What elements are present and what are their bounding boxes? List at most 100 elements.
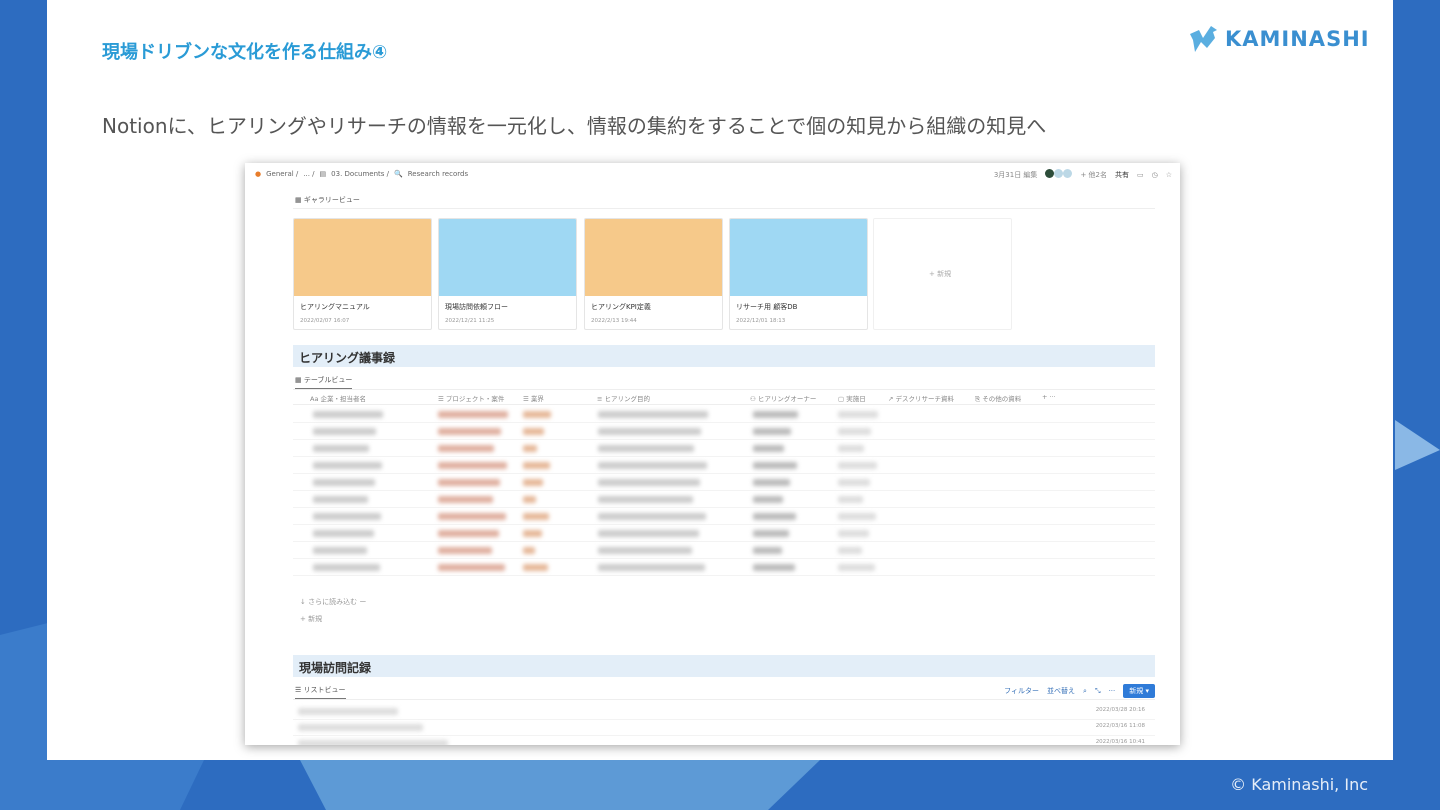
column-header[interactable]: ↗ デスクリサーチ資料: [888, 393, 954, 403]
logo-text: KAMINASHI: [1225, 27, 1370, 51]
column-header[interactable]: ☰ プロジェクト・案件: [438, 393, 504, 403]
tab-list-view[interactable]: ☰ リストビュー: [295, 685, 346, 699]
more-icon[interactable]: ···: [1109, 687, 1116, 695]
blurred-cell: [438, 479, 500, 486]
topbar-actions: 3月31日 編集 + 他2名 共有 ▭ ◷ ☆: [994, 169, 1172, 180]
blurred-cell: [438, 462, 507, 469]
card-illustration: [585, 219, 722, 296]
blurred-cell: [313, 462, 382, 469]
blurred-cell: [753, 496, 783, 503]
column-header[interactable]: + ···: [1042, 393, 1056, 401]
breadcrumb-item[interactable]: ... /: [303, 170, 314, 178]
card-title: リサーチ用 顧客DB: [736, 303, 798, 311]
list-item[interactable]: 2022/03/28 20:16: [293, 703, 1155, 720]
blurred-cell: [523, 479, 543, 486]
table-row[interactable]: [293, 406, 1155, 423]
column-header[interactable]: ▢ 実施日: [838, 393, 866, 403]
comment-icon[interactable]: ▭: [1137, 171, 1144, 179]
page-icon: ▤: [319, 170, 327, 178]
more-users[interactable]: + 他2名: [1080, 170, 1107, 180]
blurred-cell: [598, 513, 706, 520]
blurred-cell: [838, 462, 877, 469]
blurred-cell: [313, 428, 376, 435]
blurred-cell: [438, 513, 506, 520]
divider: [293, 208, 1155, 209]
user-avatars[interactable]: [1045, 169, 1073, 180]
notion-screenshot: ● General / ... / ▤ 03. Documents / 🔍 Re…: [245, 163, 1180, 745]
column-header[interactable]: ⚇ ヒアリングオーナー: [750, 393, 816, 403]
blurred-cell: [838, 479, 870, 486]
star-icon[interactable]: ☆: [1166, 171, 1172, 179]
tab-gallery-view[interactable]: ▦ ギャラリービュー: [295, 195, 360, 209]
tab-table-view[interactable]: ▦ テーブルビュー: [295, 375, 353, 389]
expand-icon[interactable]: ⤡: [1095, 687, 1101, 696]
blurred-cell: [313, 496, 368, 503]
blurred-cell: [753, 513, 796, 520]
column-header[interactable]: ≡ ヒアリング目的: [597, 393, 650, 403]
list-item[interactable]: 2022/03/16 11:08: [293, 719, 1155, 736]
table-row[interactable]: [293, 474, 1155, 491]
table-row[interactable]: [293, 440, 1155, 457]
column-header[interactable]: ⎘ その他の資料: [975, 393, 1021, 404]
blurred-cell: [838, 496, 863, 503]
table-row[interactable]: [293, 457, 1155, 474]
gallery-card[interactable]: リサーチ用 顧客DB 2022/12/01 18:13: [729, 218, 868, 330]
blurred-cell: [313, 513, 381, 520]
workspace-icon: ●: [255, 170, 262, 178]
blurred-cell: [753, 445, 784, 452]
new-button[interactable]: 新規 ▾: [1123, 684, 1155, 698]
blurred-cell: [523, 564, 548, 571]
card-date: 2022/02/07 16:07: [300, 318, 350, 324]
blurred-cell: [598, 479, 700, 486]
gallery-card[interactable]: ヒアリングマニュアル 2022/02/07 16:07: [293, 218, 432, 330]
blurred-cell: [753, 411, 798, 418]
breadcrumb-item[interactable]: Research records: [408, 170, 468, 178]
goat-logo-icon: [1190, 26, 1217, 52]
search-icon[interactable]: ⌕: [1083, 687, 1087, 696]
blurred-cell: [753, 462, 797, 469]
column-header[interactable]: Aa 企業・担当者名: [310, 393, 366, 403]
gallery-card[interactable]: 現場訪問依頼フロー 2022/12/21 11:25: [438, 218, 577, 330]
table-row[interactable]: [293, 491, 1155, 508]
blurred-cell: [523, 428, 544, 435]
history-icon[interactable]: ◷: [1152, 171, 1158, 179]
blurred-cell: [753, 564, 795, 571]
table-row[interactable]: [293, 508, 1155, 525]
blurred-cell: [313, 479, 375, 486]
filter-button[interactable]: フィルター: [1004, 686, 1039, 696]
table-row[interactable]: [293, 542, 1155, 559]
blurred-cell: [838, 530, 869, 537]
copyright: © Kaminashi, Inc: [1230, 775, 1368, 794]
card-illustration: [294, 219, 431, 296]
table-row[interactable]: [293, 559, 1155, 576]
sort-button[interactable]: 並べ替え: [1047, 686, 1075, 696]
share-button[interactable]: 共有: [1115, 170, 1129, 180]
breadcrumb-item[interactable]: General /: [266, 170, 298, 178]
edited-time: 3月31日 編集: [993, 170, 1038, 179]
list-item[interactable]: 2022/03/16 10:41: [293, 735, 1155, 745]
breadcrumb-item[interactable]: 03. Documents /: [331, 170, 389, 178]
card-illustration: [730, 219, 867, 296]
visit-date: 2022/03/16 11:08: [1095, 723, 1145, 729]
load-more-button[interactable]: ↓ さらに読み込む ー: [300, 597, 366, 607]
view-toolbar: フィルター 並べ替え ⌕ ⤡ ··· 新規 ▾: [1004, 684, 1155, 698]
table-row[interactable]: [293, 423, 1155, 440]
blurred-cell: [753, 428, 791, 435]
card-title: ヒアリングマニュアル: [300, 303, 370, 311]
blurred-cell: [838, 547, 862, 554]
column-header[interactable]: ☰ 業界: [523, 393, 544, 403]
new-card-button[interactable]: + 新規: [873, 218, 1012, 330]
blurred-cell: [313, 547, 367, 554]
blurred-cell: [298, 740, 448, 745]
new-row-button[interactable]: + 新規: [300, 614, 322, 624]
blurred-cell: [438, 547, 492, 554]
table-row[interactable]: [293, 525, 1155, 542]
card-title: 現場訪問依頼フロー: [445, 303, 508, 311]
divider: [293, 404, 1155, 405]
gallery-card[interactable]: ヒアリングKPI定義 2022/2/13 19:44: [584, 218, 723, 330]
blurred-cell: [298, 724, 423, 731]
blurred-cell: [598, 530, 699, 537]
blurred-cell: [523, 445, 537, 452]
blurred-cell: [313, 564, 380, 571]
blurred-cell: [753, 530, 789, 537]
